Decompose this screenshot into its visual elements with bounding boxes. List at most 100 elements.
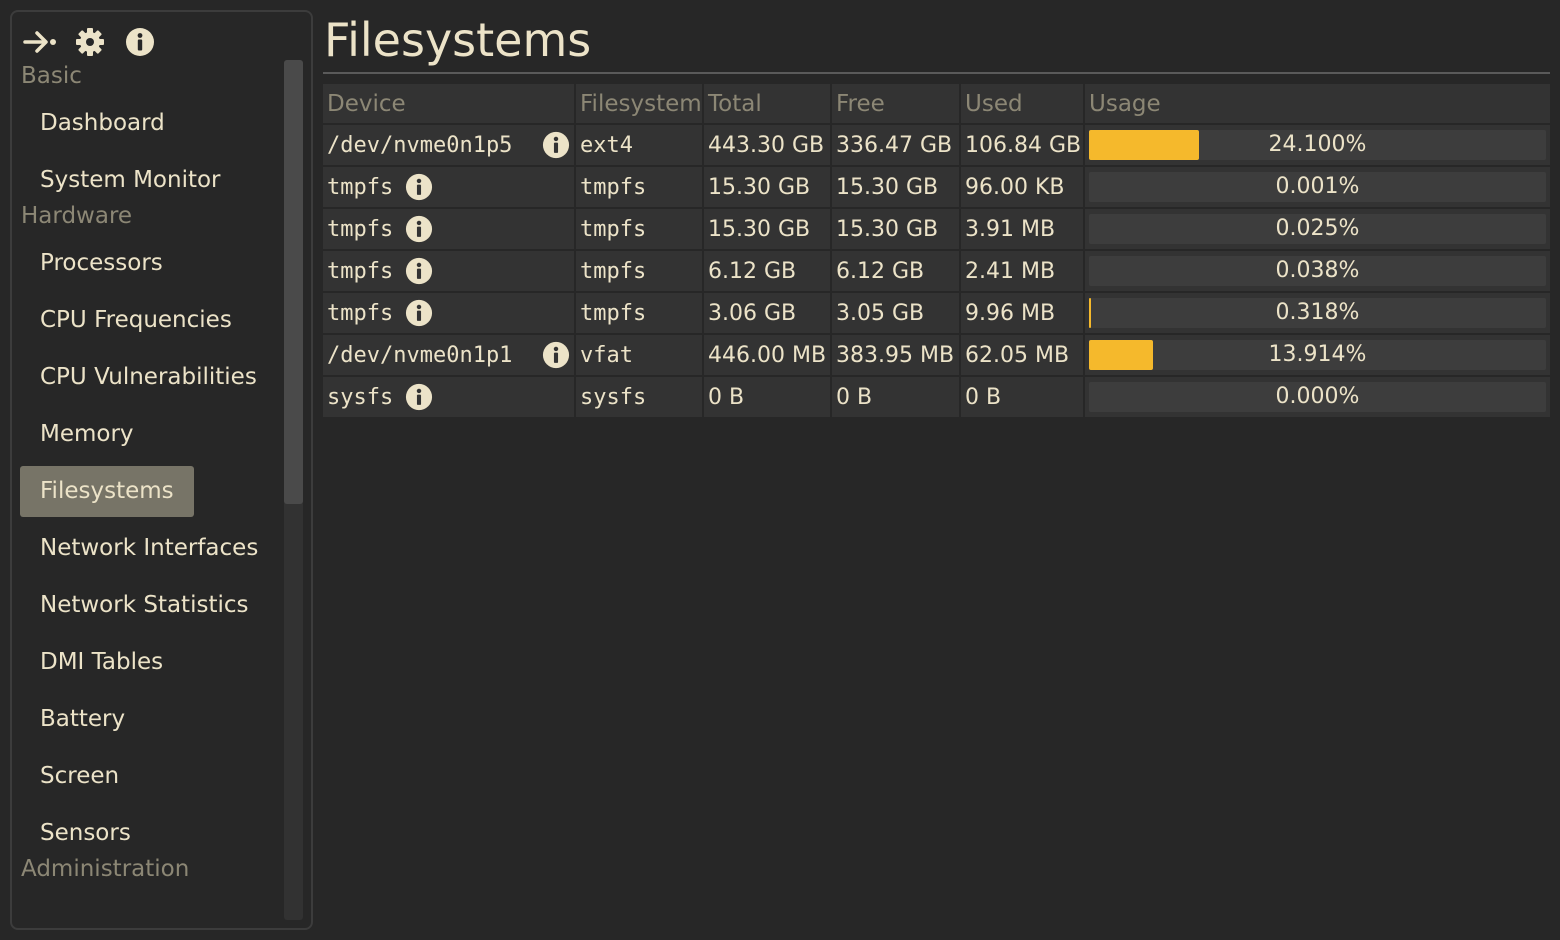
table-row: /dev/nvme0n1p1 vfat 446.00 MB 383.95 MB 62.0… (323, 334, 1550, 377)
usage-bar: 0.001% (1089, 172, 1546, 202)
device-name: tmpfs (327, 174, 394, 200)
filesystem-cell: tmpfs (575, 208, 704, 251)
sidebar-item-row: Screen (20, 745, 284, 802)
usage-bar: 0.038% (1089, 256, 1546, 286)
sidebar-item-dmi-tables[interactable]: DMI Tables (20, 637, 183, 688)
filesystem-cell: sysfs (575, 376, 704, 419)
table-row: tmpfs tmpfs 15.30 GB 15.30 GB 3.91 MB 0.025% (323, 208, 1550, 251)
total-cell: 3.06 GB (703, 292, 832, 335)
sidebar-item-row: Network Statistics (20, 574, 284, 631)
free-cell: 383.95 MB (831, 334, 961, 377)
info-icon (126, 28, 154, 56)
info-icon[interactable] (405, 215, 433, 243)
table-row: tmpfs tmpfs 15.30 GB 15.30 GB 96.00 KB 0.001% (323, 166, 1550, 209)
info-icon[interactable] (405, 257, 433, 285)
device-cell: tmpfs (323, 250, 576, 293)
total-cell: 0 B (703, 376, 832, 419)
sidebar-item-battery[interactable]: Battery (20, 694, 145, 745)
sidebar-item-screen[interactable]: Screen (20, 751, 139, 802)
column-header-filesystem[interactable]: Filesystem (575, 84, 704, 125)
used-cell: 106.84 GB (960, 124, 1085, 167)
device-name: /dev/nvme0n1p5 (327, 132, 513, 158)
gear-icon (76, 28, 104, 56)
table-row: sysfs sysfs 0 B0 B0 B 0.000% (323, 376, 1550, 419)
sidebar-item-cpu-vulnerabilities[interactable]: CPU Vulnerabilities (20, 352, 277, 403)
column-header-used[interactable]: Used (960, 84, 1085, 125)
sidebar-item-row: Battery (20, 688, 284, 745)
table-header-row: Device Filesystem Total Free Used Usage (323, 84, 1550, 125)
sidebar-item-row: Filesystems (20, 460, 284, 517)
settings-button[interactable] (72, 26, 108, 58)
sidebar-item-row: Network Interfaces (20, 517, 284, 574)
usage-cell: 0.038% (1084, 250, 1550, 293)
used-cell: 3.91 MB (960, 208, 1085, 251)
title-divider (323, 72, 1550, 74)
info-icon[interactable] (405, 299, 433, 327)
sidebar-item-network-interfaces[interactable]: Network Interfaces (20, 523, 278, 574)
sidebar-item-filesystems[interactable]: Filesystems (20, 466, 194, 517)
sidebar-item-system-monitor[interactable]: System Monitor (20, 155, 241, 206)
device-name: /dev/nvme0n1p1 (327, 342, 513, 368)
sidebar-item-row: Memory (20, 403, 284, 460)
device-cell: tmpfs (323, 292, 576, 335)
sidebar-item-row: System Monitor (20, 149, 284, 206)
sidebar-scroll-thumb[interactable] (284, 60, 303, 504)
filesystem-cell: tmpfs (575, 250, 704, 293)
usage-percent: 0.318% (1275, 300, 1360, 325)
about-button[interactable] (122, 26, 158, 58)
free-cell: 6.12 GB (831, 250, 961, 293)
usage-cell: 0.025% (1084, 208, 1550, 251)
main-content: Filesystems Device Filesystem Total Free Use… (323, 0, 1550, 940)
sidebar-nav: Basic Dashboard System Monitor Hardware Proc… (20, 60, 284, 920)
usage-percent: 0.001% (1275, 174, 1360, 199)
device-cell: /dev/nvme0n1p1 (323, 334, 576, 377)
collapse-sidebar-button[interactable] (22, 26, 58, 58)
device-name: sysfs (327, 384, 394, 410)
sidebar-item-sensors[interactable]: Sensors (20, 808, 151, 859)
sidebar-item-row: DMI Tables (20, 631, 284, 688)
usage-bar: 0.318% (1089, 298, 1546, 328)
info-icon[interactable] (405, 383, 433, 411)
column-header-free[interactable]: Free (831, 84, 961, 125)
usage-percent: 0.025% (1275, 216, 1360, 241)
total-cell: 15.30 GB (703, 208, 832, 251)
info-icon[interactable] (405, 173, 433, 201)
column-header-device[interactable]: Device (323, 84, 576, 125)
total-cell: 15.30 GB (703, 166, 832, 209)
device-name: tmpfs (327, 258, 394, 284)
usage-bar: 0.000% (1089, 382, 1546, 412)
sidebar-item-processors[interactable]: Processors (20, 238, 183, 289)
page-title: Filesystems (324, 13, 592, 67)
device-cell-content: tmpfs (327, 173, 570, 201)
device-cell-content: /dev/nvme0n1p5 (327, 131, 570, 159)
usage-cell: 0.000% (1084, 376, 1550, 419)
sidebar-item-memory[interactable]: Memory (20, 409, 154, 460)
total-cell: 6.12 GB (703, 250, 832, 293)
sidebar-item-row: CPU Vulnerabilities (20, 346, 284, 403)
usage-cell: 13.914% (1084, 334, 1550, 377)
info-icon[interactable] (542, 131, 570, 159)
sidebar-scrollbar[interactable] (284, 60, 303, 920)
sidebar-item-cpu-frequencies[interactable]: CPU Frequencies (20, 295, 252, 346)
usage-bar: 13.914% (1089, 340, 1546, 370)
free-cell: 336.47 GB (831, 124, 961, 167)
total-cell: 443.30 GB (703, 124, 832, 167)
filesystem-cell: tmpfs (575, 166, 704, 209)
info-icon[interactable] (542, 341, 570, 369)
usage-cell: 0.001% (1084, 166, 1550, 209)
column-header-usage[interactable]: Usage (1084, 84, 1550, 125)
device-cell: /dev/nvme0n1p5 (323, 124, 576, 167)
device-cell-content: tmpfs (327, 215, 570, 243)
total-cell: 446.00 MB (703, 334, 832, 377)
table-row: /dev/nvme0n1p5 ext4 443.30 GB 336.47 GB 106.… (323, 124, 1550, 167)
collapse-sidebar-icon (23, 31, 56, 53)
sidebar-item-dashboard[interactable]: Dashboard (20, 98, 185, 149)
sidebar-item-network-statistics[interactable]: Network Statistics (20, 580, 268, 631)
table-row: tmpfs tmpfs 3.06 GB 3.05 GB 9.96 MB 0.318% (323, 292, 1550, 335)
sidebar-item-row: Processors (20, 232, 284, 289)
filesystems-table: Device Filesystem Total Free Used Usage /dev/… (323, 84, 1550, 419)
used-cell: 9.96 MB (960, 292, 1085, 335)
filesystem-cell: vfat (575, 334, 704, 377)
column-header-total[interactable]: Total (703, 84, 832, 125)
table-row: tmpfs tmpfs 6.12 GB 6.12 GB 2.41 MB 0.038% (323, 250, 1550, 293)
